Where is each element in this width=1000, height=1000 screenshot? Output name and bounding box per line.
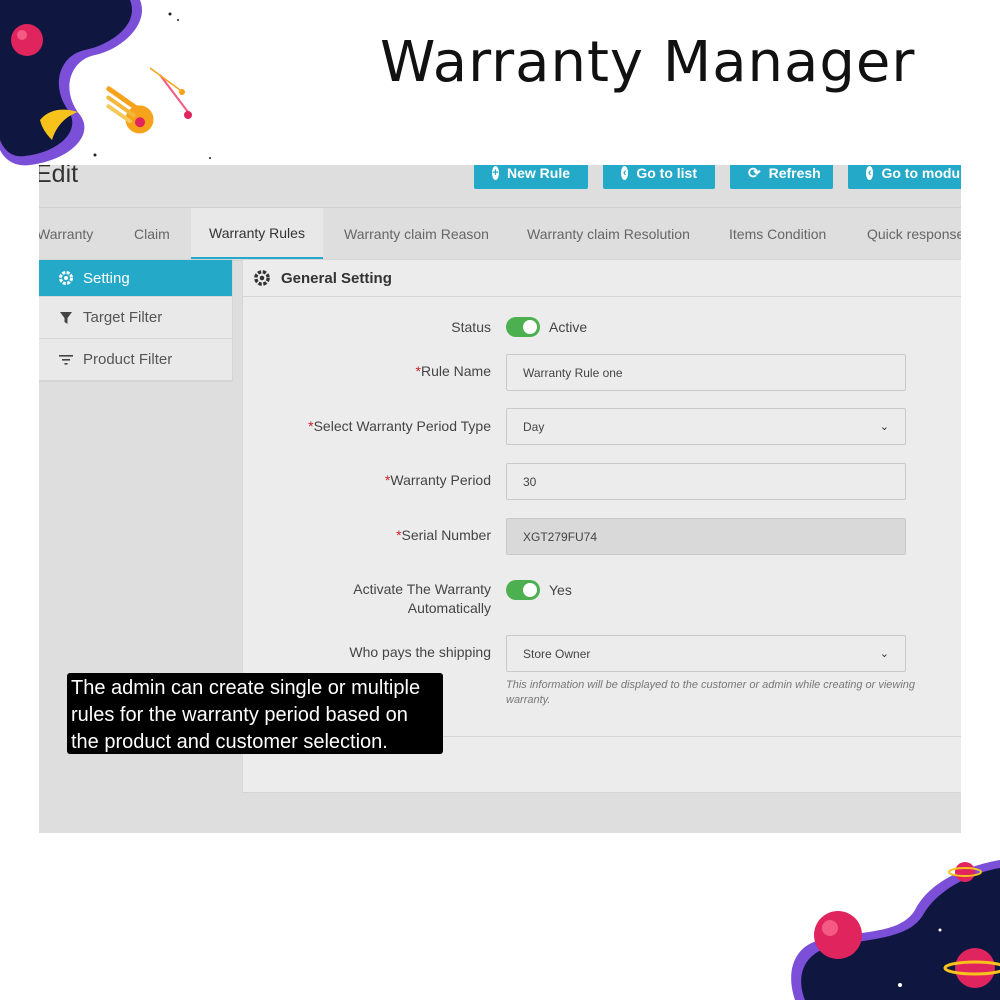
space-decoration-top-left xyxy=(0,0,211,166)
gear-icon xyxy=(253,269,271,287)
tab-warranty-claim-resolution[interactable]: Warranty claim Resolution xyxy=(527,208,690,259)
tab-warranty-rules[interactable]: Warranty Rules xyxy=(191,208,323,259)
period-type-label: *Select Warranty Period Type xyxy=(308,417,491,436)
space-decoration-bottom-right xyxy=(791,860,1000,1000)
tab-claim[interactable]: Claim xyxy=(134,208,170,259)
go-to-list-label: Go to list xyxy=(636,165,697,181)
status-toggle-text: Active xyxy=(549,319,588,335)
status-toggle[interactable] xyxy=(506,317,540,337)
arrow-left-circle-icon: ‹ xyxy=(621,166,629,180)
sidebar-item-target-filter[interactable]: Target Filter xyxy=(39,297,232,339)
tab-items-condition[interactable]: Items Condition xyxy=(729,208,826,259)
sidebar-item-setting[interactable]: Setting xyxy=(39,260,232,297)
new-rule-button[interactable]: + New Rule xyxy=(474,165,588,189)
warranty-period-input[interactable]: 30 xyxy=(506,463,906,500)
arrow-left-circle-icon: ‹ xyxy=(866,166,874,180)
sidebar-item-label: Setting xyxy=(83,269,130,287)
chevron-down-icon: ⌄ xyxy=(879,648,889,660)
rule-name-label: *Rule Name xyxy=(416,362,491,381)
refresh-button[interactable]: ⟳ Refresh xyxy=(730,165,833,189)
go-to-module-button[interactable]: ‹ Go to modu xyxy=(848,165,961,189)
refresh-icon: ⟳ xyxy=(748,165,761,182)
rule-name-input[interactable]: Warranty Rule one xyxy=(506,354,906,391)
rule-name-label-text: Rule Name xyxy=(420,363,491,379)
warranty-period-label-text: Warranty Period xyxy=(390,472,491,488)
period-type-label-text: Select Warranty Period Type xyxy=(313,418,491,434)
auto-activate-label: Activate The Warranty Automatically xyxy=(353,580,491,618)
gear-icon xyxy=(53,270,79,286)
auto-activate-toggle-text: Yes xyxy=(549,582,572,598)
filter-lines-icon xyxy=(53,354,79,366)
serial-number-label-text: Serial Number xyxy=(401,527,491,543)
shipping-value: Store Owner xyxy=(523,646,591,661)
sidebar-item-product-filter[interactable]: Product Filter xyxy=(39,339,232,381)
page-title: Warranty Manager xyxy=(380,30,916,95)
caption-callout: The admin can create single or multiple … xyxy=(67,673,443,754)
panel-title: General Setting xyxy=(281,269,392,287)
auto-activate-label-line2: Automatically xyxy=(407,600,491,616)
go-to-module-label: Go to modu xyxy=(881,165,960,181)
refresh-label: Refresh xyxy=(768,165,821,181)
period-type-value: Day xyxy=(523,419,545,434)
shipping-select[interactable]: Store Owner ⌄ xyxy=(506,635,906,672)
new-rule-label: New Rule xyxy=(506,165,570,181)
tab-warranty[interactable]: Warranty xyxy=(39,208,93,259)
sidebar-item-label: Target Filter xyxy=(83,309,163,326)
shipping-help-text: This information will be displayed to th… xyxy=(506,679,916,706)
serial-number-input[interactable]: XGT279FU74 xyxy=(506,518,906,555)
serial-number-label: *Serial Number xyxy=(396,526,491,545)
warranty-period-label: *Warranty Period xyxy=(385,471,491,490)
sidebar: Setting Target Filter Product Filter xyxy=(39,259,233,382)
tabs-bar: Warranty Claim Warranty Rules Warranty c… xyxy=(39,207,961,261)
auto-activate-label-line1: Activate The Warranty xyxy=(353,581,491,597)
edit-heading: Edit xyxy=(39,165,79,188)
plus-circle-icon: + xyxy=(492,166,499,180)
auto-activate-toggle[interactable] xyxy=(506,580,540,600)
chevron-down-icon: ⌄ xyxy=(879,421,889,433)
tab-quick-response[interactable]: Quick response xyxy=(867,208,961,259)
status-label: Status xyxy=(451,319,491,335)
shipping-label: Who pays the shipping xyxy=(349,644,491,660)
sidebar-item-label: Product Filter xyxy=(83,351,173,368)
tab-warranty-claim-reason[interactable]: Warranty claim Reason xyxy=(344,208,489,259)
period-type-select[interactable]: Day ⌄ xyxy=(506,408,906,445)
funnel-icon xyxy=(53,311,79,325)
panel-header: General Setting xyxy=(243,260,961,297)
go-to-list-button[interactable]: ‹ Go to list xyxy=(603,165,715,189)
